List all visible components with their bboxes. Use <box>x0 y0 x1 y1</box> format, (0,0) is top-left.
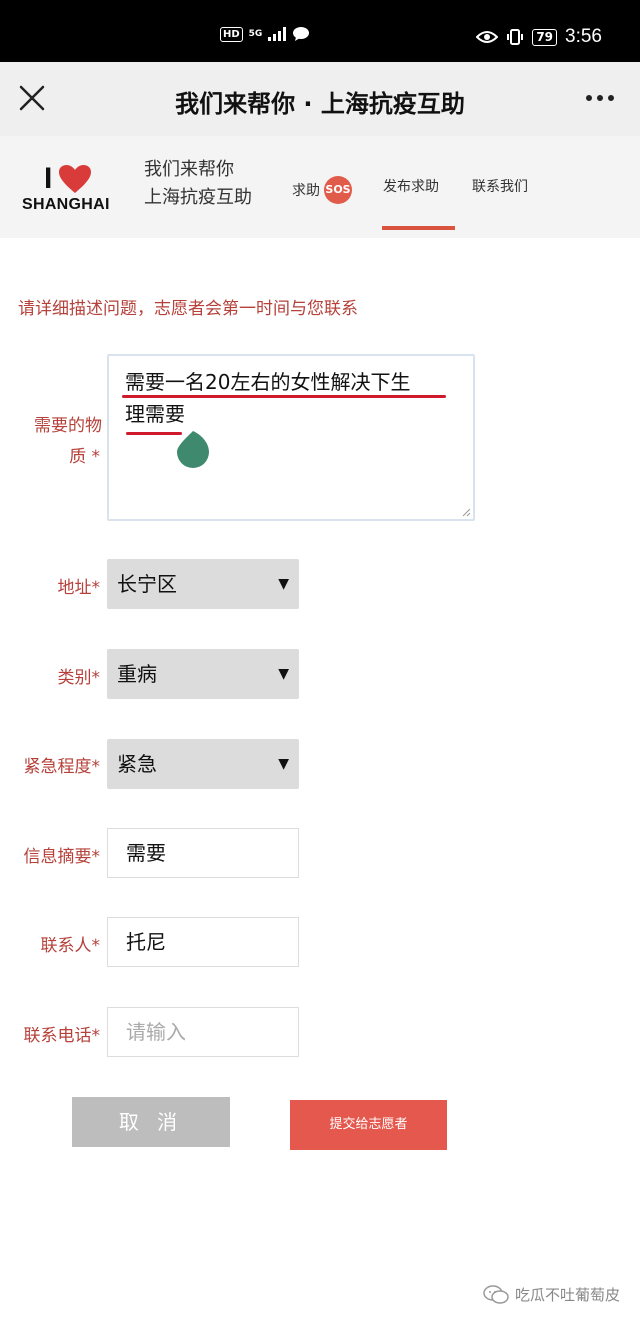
address-label: 地址* <box>57 578 101 598</box>
heart-icon <box>59 165 92 193</box>
chat-bubble-icon <box>293 27 310 41</box>
title-bar: 我们来帮你 · 上海抗疫互助 <box>0 62 640 136</box>
watermark: 吃瓜不吐葡萄皮 <box>483 1284 620 1305</box>
dropdown-arrow-icon: ▼ <box>278 756 289 772</box>
category-select[interactable]: 重病 ▼ <box>107 649 299 699</box>
dropdown-arrow-icon: ▼ <box>278 666 289 682</box>
summary-label: 信息摘要* <box>23 847 101 867</box>
clock: 3:56 <box>565 26 602 47</box>
more-menu-icon[interactable] <box>586 95 614 101</box>
hd-badge: HD <box>220 26 243 42</box>
category-value: 重病 <box>117 662 157 686</box>
materials-text-line-1: 需要一名20左右的女性解决下生 <box>125 370 411 394</box>
urgency-select[interactable]: 紧急 ▼ <box>107 739 299 789</box>
page-title: 我们来帮你 · 上海抗疫互助 <box>175 90 465 118</box>
category-label: 类别* <box>57 668 101 688</box>
dropdown-arrow-icon: ▼ <box>278 576 289 592</box>
resize-grip-icon[interactable] <box>461 507 471 517</box>
vibrate-icon <box>507 29 524 45</box>
summary-input[interactable]: 需要 <box>107 828 299 878</box>
phone-input[interactable]: 请输入 <box>107 1007 299 1057</box>
network-type: 5G <box>248 28 263 39</box>
signal-icon <box>268 27 287 41</box>
urgency-label: 紧急程度* <box>23 757 101 777</box>
logo-word: SHANGHAI <box>22 196 110 213</box>
network-status: HD 5G <box>220 26 310 42</box>
text-cursor-handle-icon[interactable] <box>176 430 210 468</box>
logo-i: I <box>44 162 53 195</box>
address-value: 长宁区 <box>117 572 177 596</box>
sos-badge: SOS <box>324 176 352 204</box>
eye-icon <box>476 31 499 43</box>
materials-label-line-2: 质 * <box>69 447 100 467</box>
form-instruction: 请详细描述问题，志愿者会第一时间与您联系 <box>18 299 358 319</box>
materials-label: 需要的物 质 * <box>22 411 102 467</box>
active-tab-indicator <box>382 226 455 230</box>
battery-icon: 79 <box>532 28 558 46</box>
wechat-icon <box>483 1284 509 1304</box>
status-bar: HD 5G 79 3:56 <box>0 0 640 62</box>
contact-person-label: 联系人* <box>40 936 101 956</box>
system-status: 79 3:56 <box>476 26 602 48</box>
contact-person-input[interactable]: 托尼 <box>107 917 299 967</box>
brand-line-1: 我们来帮你 <box>144 159 234 180</box>
i-love-shanghai-logo[interactable]: I SHANGHAI <box>22 164 122 214</box>
address-select[interactable]: 长宁区 ▼ <box>107 559 299 609</box>
submit-button[interactable]: 提交给志愿者 <box>290 1100 447 1150</box>
materials-label-line-1: 需要的物 <box>34 416 102 436</box>
urgency-value: 紧急 <box>117 752 157 776</box>
brand-line-2: 上海抗疫互助 <box>144 187 252 208</box>
nav-help-label: 求助 <box>292 183 320 199</box>
nav-contact[interactable]: 联系我们 <box>472 176 528 196</box>
annotation-underline <box>122 395 446 398</box>
cancel-button[interactable]: 取 消 <box>72 1097 230 1147</box>
annotation-underline <box>126 432 182 435</box>
watermark-text: 吃瓜不吐葡萄皮 <box>514 1286 620 1304</box>
nav-help[interactable]: 求助 SOS <box>292 176 352 204</box>
materials-textarea[interactable]: 需要一名20左右的女性解决下生 理需要 <box>107 354 475 521</box>
materials-text-line-2: 理需要 <box>125 402 185 426</box>
nav-post-help[interactable]: 发布求助 <box>383 176 439 196</box>
site-header: I SHANGHAI 我们来帮你 上海抗疫互助 求助 SOS 发布求助 联系我们 <box>0 136 640 238</box>
phone-label: 联系电话* <box>23 1026 101 1046</box>
site-brand[interactable]: 我们来帮你 上海抗疫互助 <box>144 156 252 212</box>
